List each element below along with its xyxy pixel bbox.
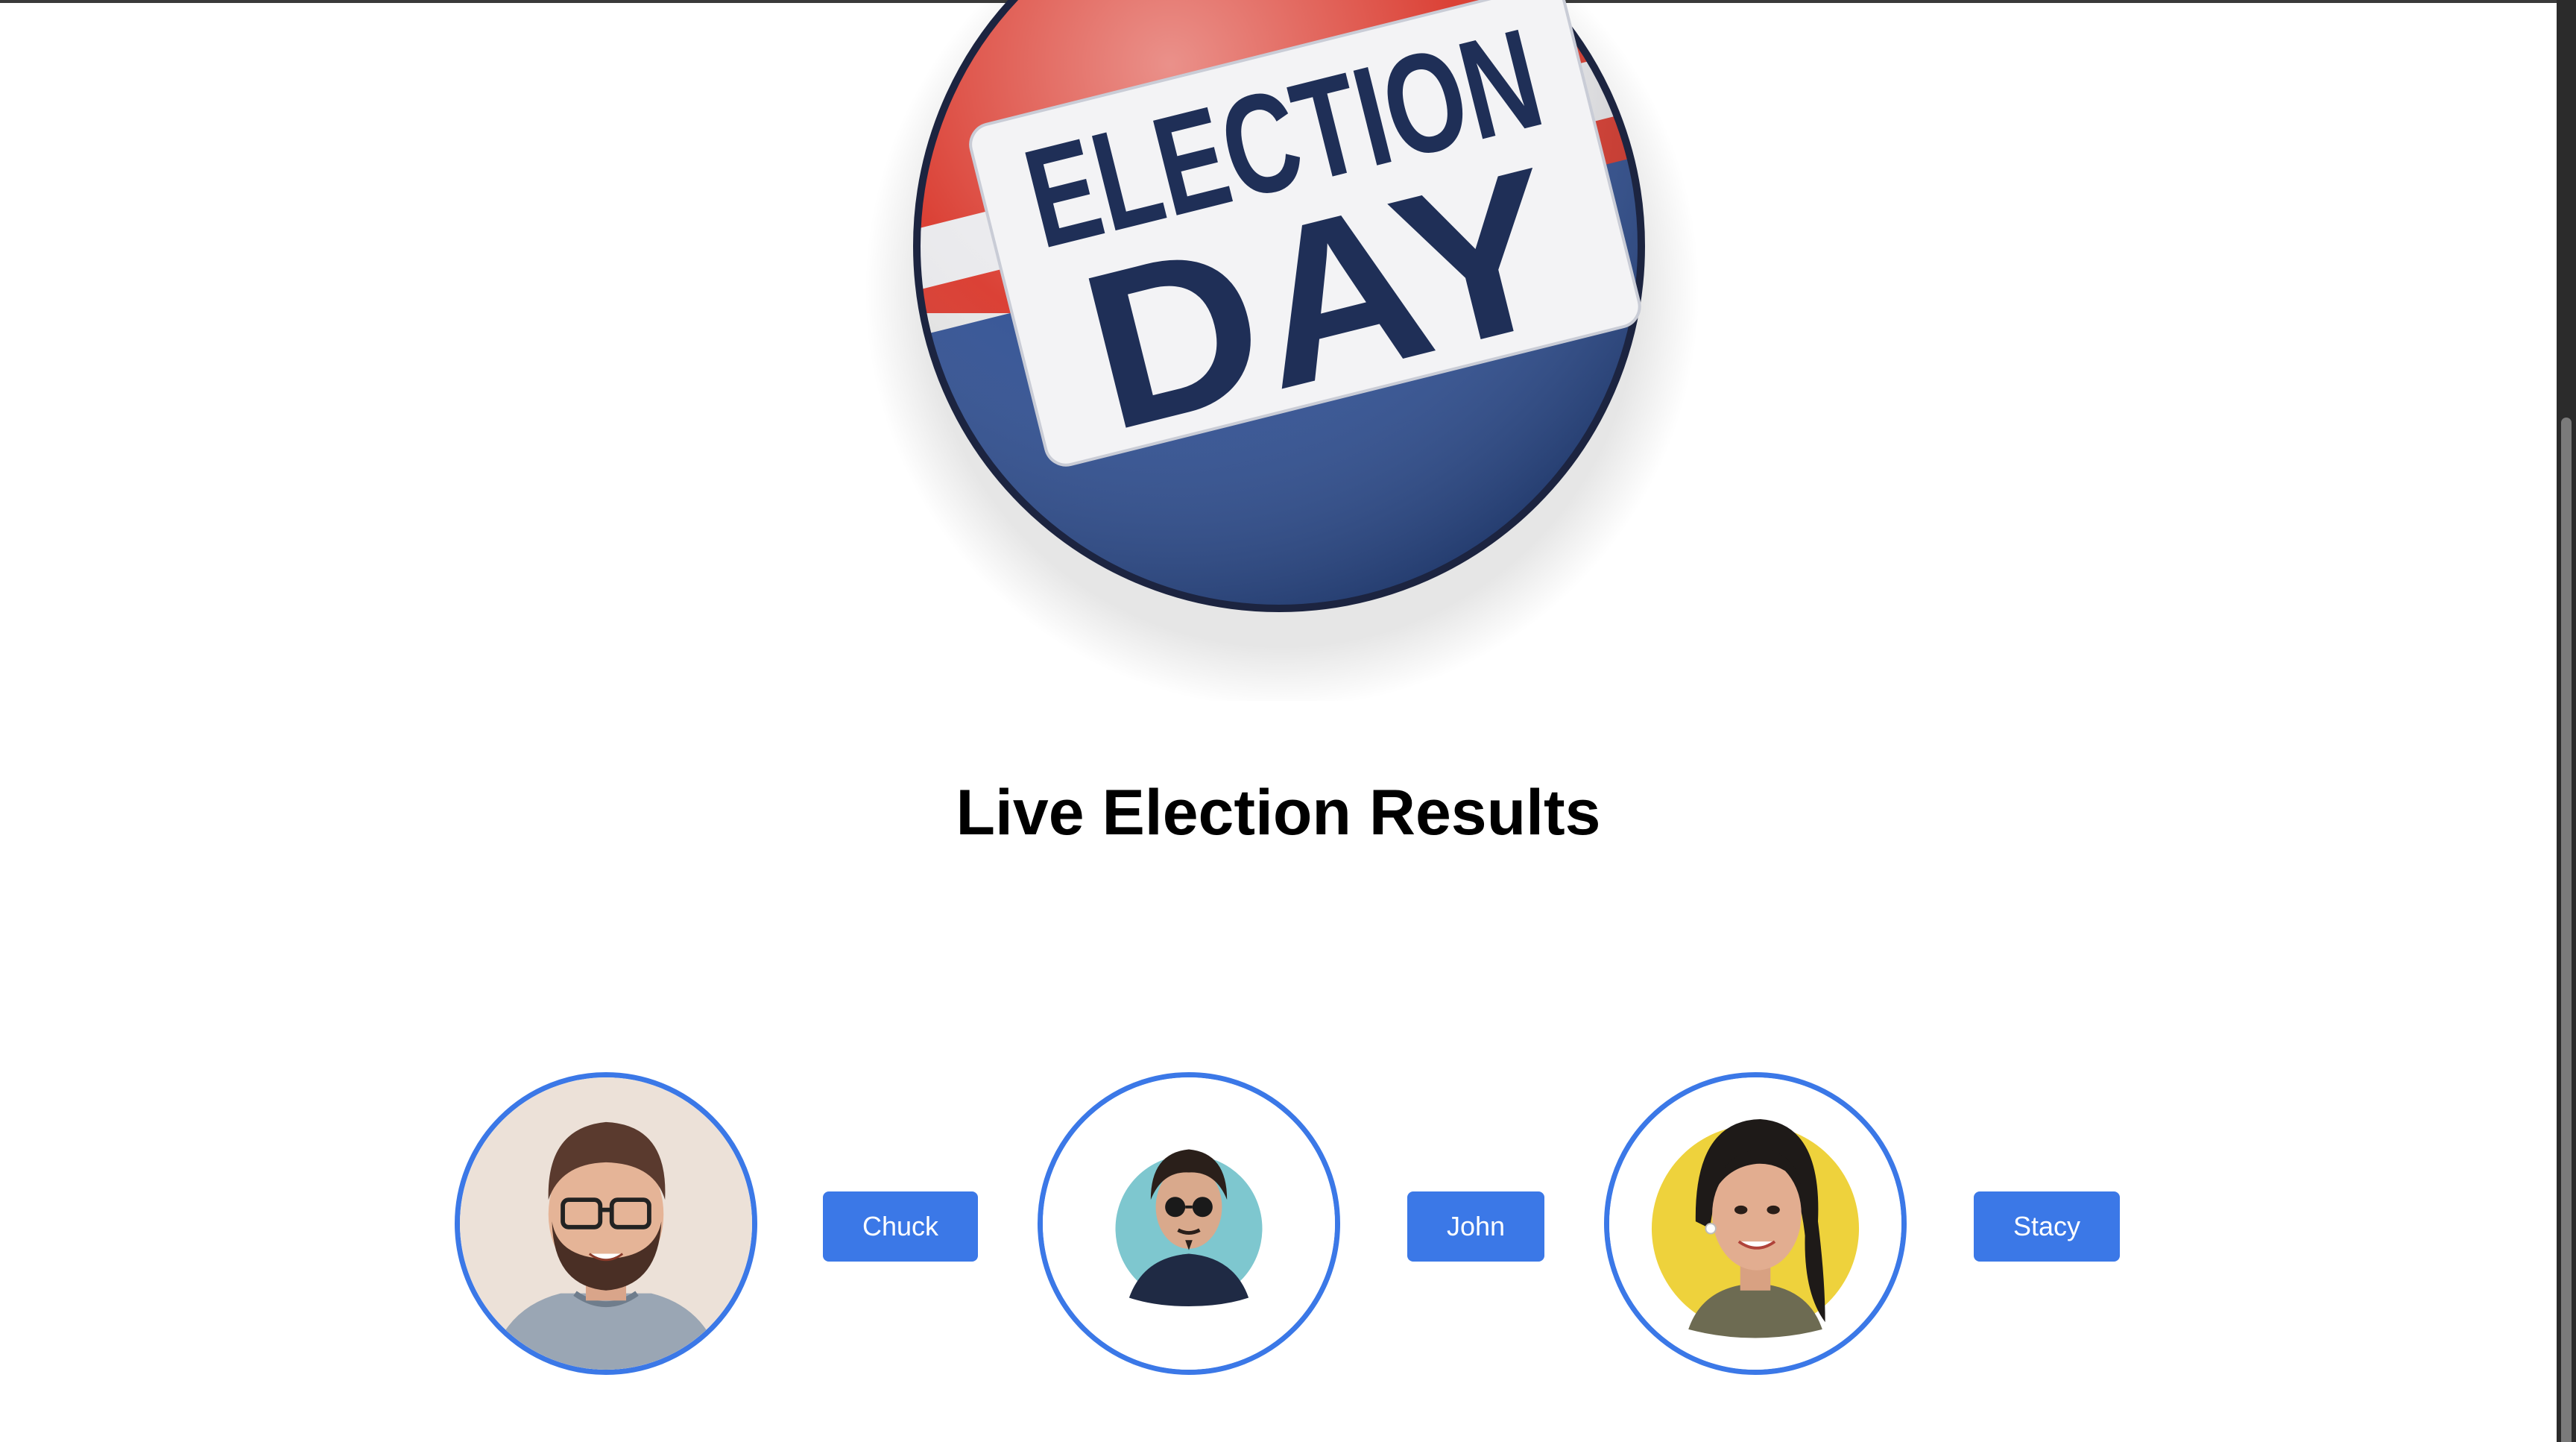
avatar-stacy xyxy=(1604,1072,1907,1375)
election-day-badge: ELECTION DAY xyxy=(820,0,1714,708)
avatar-chuck xyxy=(455,1072,757,1375)
candidate-button-stacy[interactable]: Stacy xyxy=(1974,1191,2120,1262)
avatar-chuck-image xyxy=(460,1077,752,1370)
scrollbar-thumb[interactable] xyxy=(2561,418,2572,1442)
avatar-john xyxy=(1038,1072,1340,1375)
candidate-button-chuck[interactable]: Chuck xyxy=(823,1191,978,1262)
avatar-stacy-image xyxy=(1609,1077,1901,1370)
vertical-scrollbar[interactable] xyxy=(2557,0,2576,1442)
page-title: Live Election Results xyxy=(956,777,1601,848)
avatar-john-image xyxy=(1043,1077,1335,1370)
election-day-badge-image: ELECTION DAY xyxy=(865,0,1699,708)
candidate-button-john[interactable]: John xyxy=(1407,1191,1544,1262)
